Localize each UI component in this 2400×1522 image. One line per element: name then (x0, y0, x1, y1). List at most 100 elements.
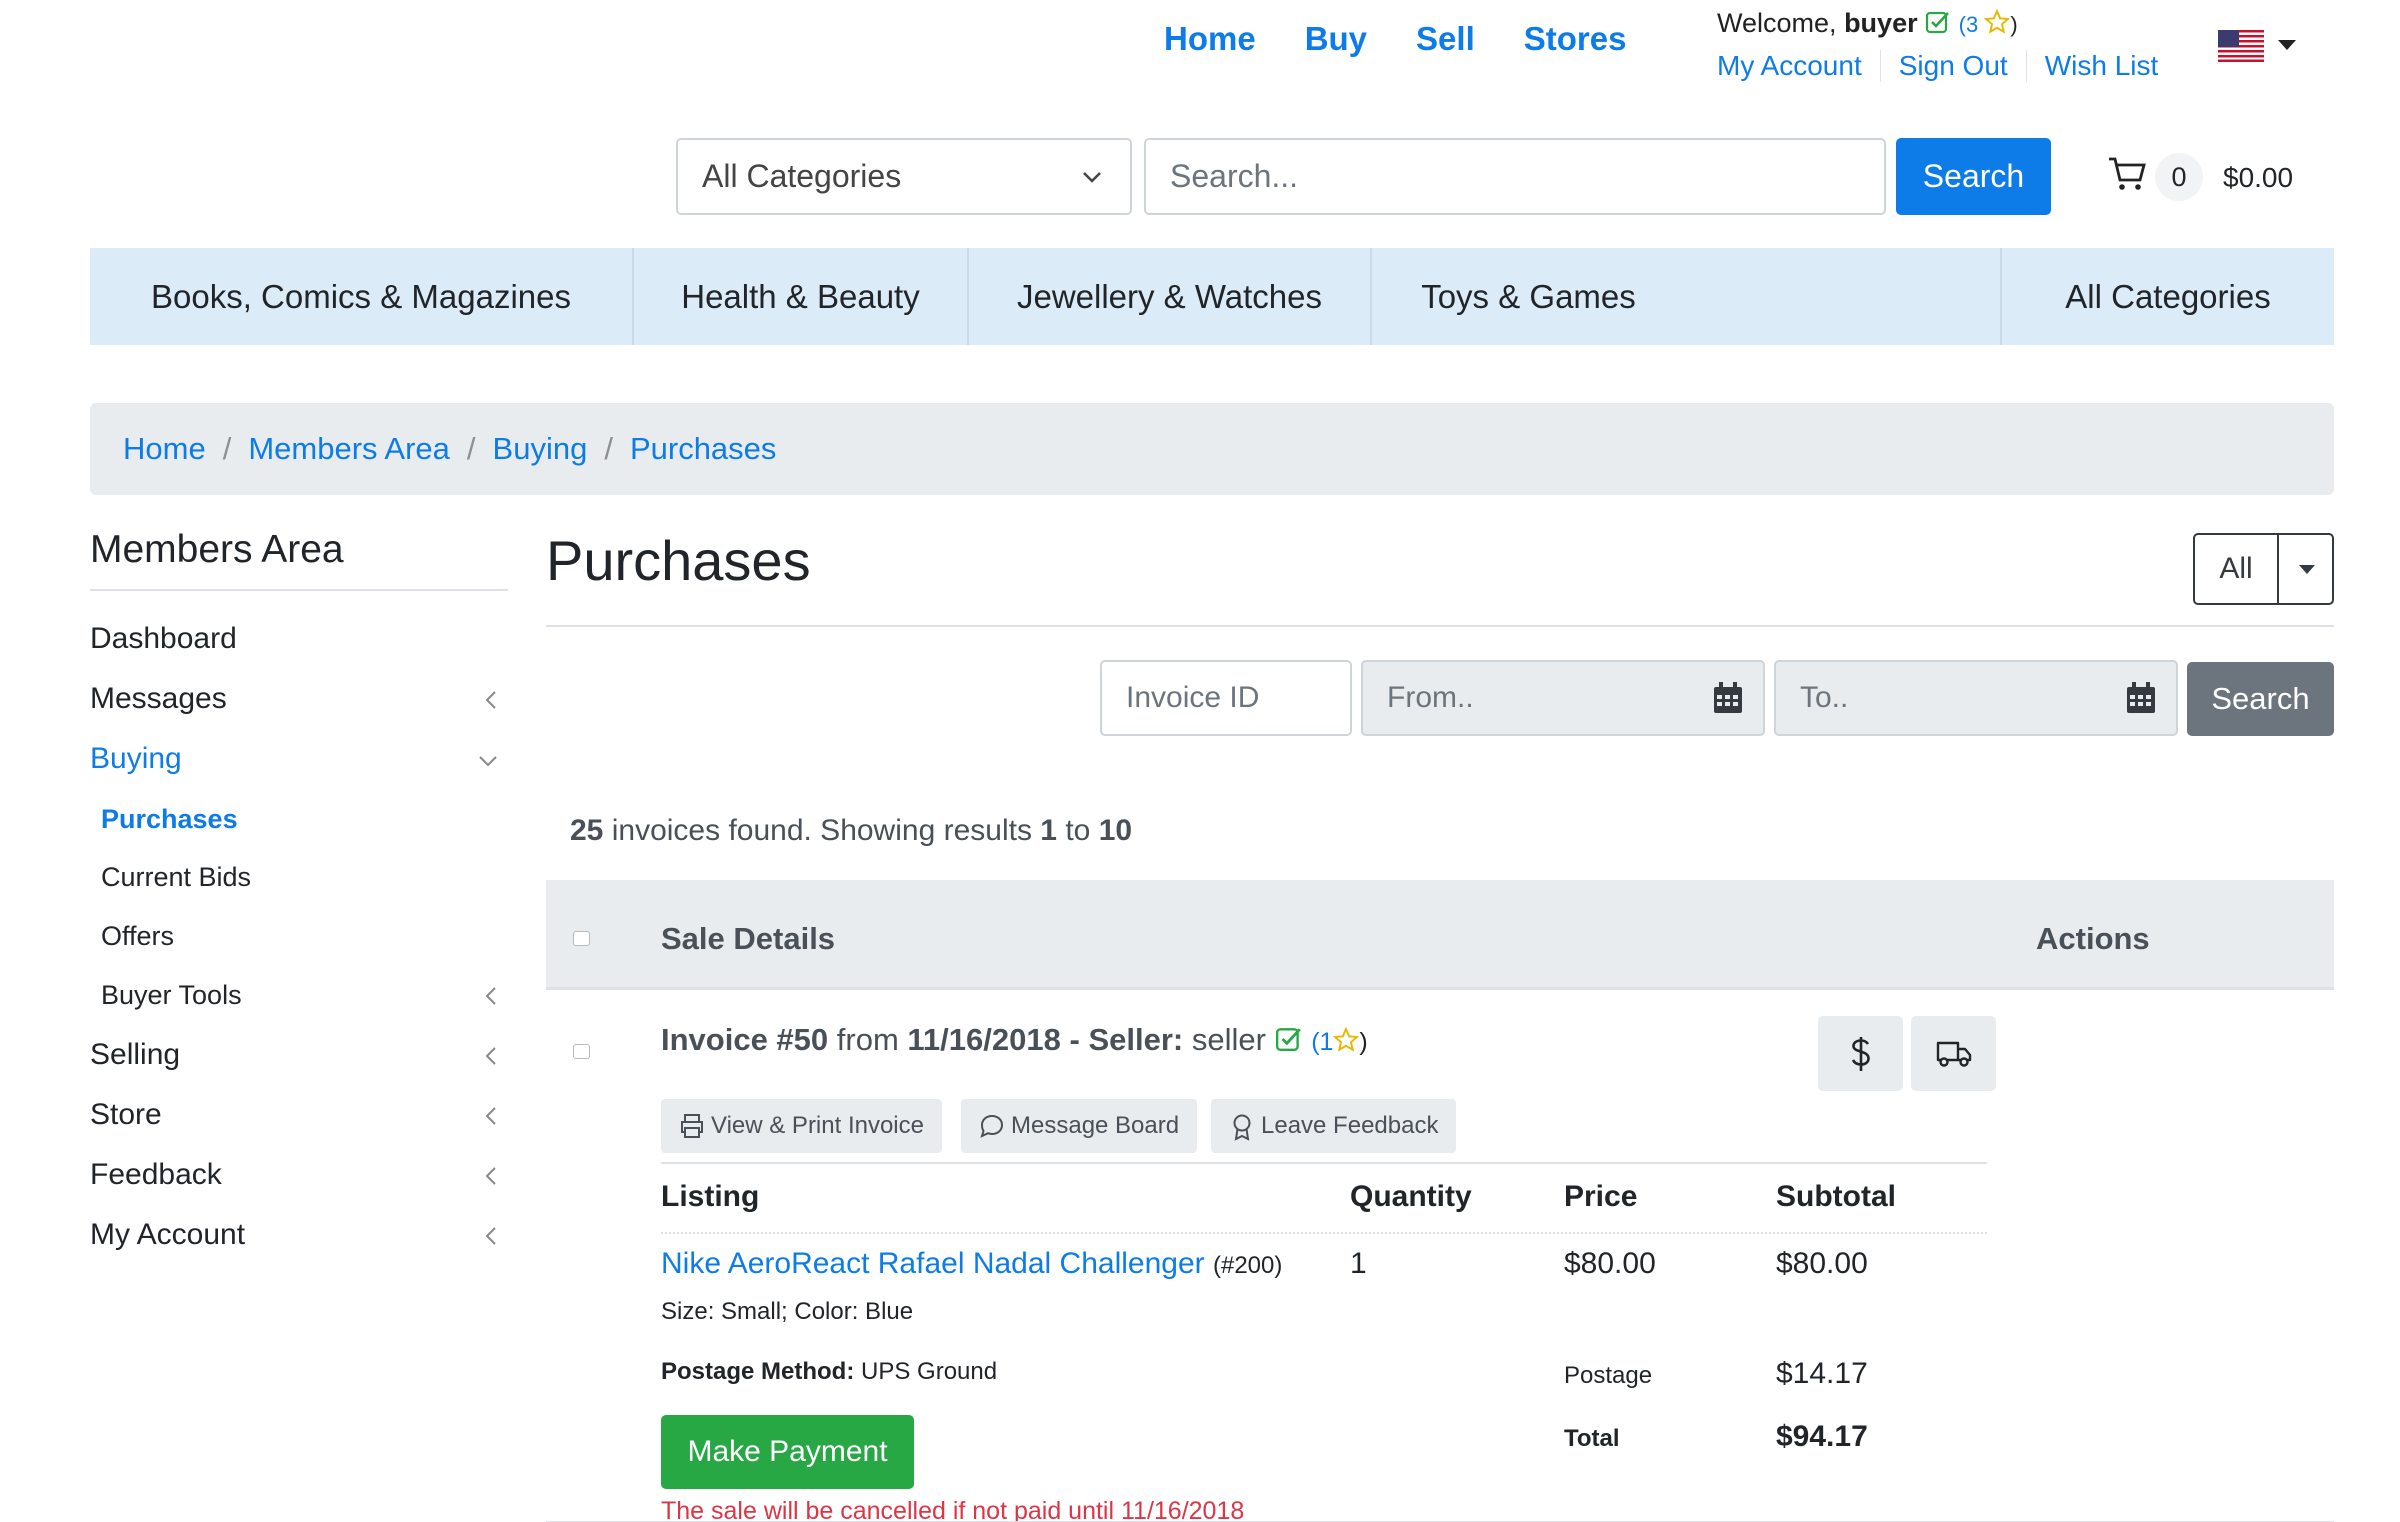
invoice-id-input[interactable]: Invoice ID (1100, 660, 1352, 736)
sidebar-item-store[interactable]: Store (90, 1098, 498, 1132)
breadcrumb-buying[interactable]: Buying (493, 431, 588, 466)
truck-icon (1936, 1041, 1971, 1067)
listing-header-divider (661, 1232, 1987, 1234)
chevron-left-icon (485, 1047, 496, 1065)
star-icon (1984, 9, 2011, 34)
welcome-message: Welcome, buyer (3 ) (1717, 8, 2018, 39)
cart-total: $0.00 (2223, 162, 2294, 193)
leave-feedback-button[interactable]: Leave Feedback (1211, 1099, 1457, 1153)
cart-count-badge: 0 (2155, 153, 2203, 201)
total-label: Total (1564, 1425, 1620, 1452)
col-quantity: Quantity (1350, 1180, 1472, 1213)
seller-rating[interactable]: (1) (1311, 1027, 1368, 1056)
chevron-down-icon (1083, 172, 1101, 183)
username: buyer (1844, 8, 1918, 38)
sidebar-item-selling[interactable]: Selling (90, 1038, 498, 1072)
message-board-button[interactable]: Message Board (961, 1099, 1198, 1153)
user-rating[interactable]: (3 ) (1959, 9, 2018, 37)
calendar-icon[interactable] (2126, 682, 2156, 714)
category-select[interactable]: All Categories (676, 138, 1132, 215)
item-subtotal: $80.00 (1776, 1247, 1868, 1280)
payment-warning: The sale will be cancelled if not paid u… (661, 1497, 1245, 1522)
sidebar-subitem-purchases[interactable]: Purchases (101, 804, 498, 835)
select-all-checkbox[interactable] (573, 931, 590, 946)
from-date-input[interactable]: From.. (1361, 660, 1765, 736)
printer-icon (681, 1114, 703, 1138)
view-print-invoice-button[interactable]: View & Print Invoice (661, 1099, 942, 1153)
nav-stores[interactable]: Stores (1524, 20, 1627, 58)
postage-label: Postage (1564, 1362, 1653, 1389)
sidebar-subitem-current-bids[interactable]: Current Bids (101, 862, 498, 893)
chevron-down-icon (479, 756, 497, 767)
sidebar-subitem-buyer-tools[interactable]: Buyer Tools (101, 980, 498, 1011)
award-icon (1233, 1114, 1251, 1141)
listing-link[interactable]: Nike AeroReact Rafael Nadal Challenger (661, 1247, 1205, 1280)
nav-home[interactable]: Home (1164, 20, 1256, 58)
chevron-left-icon (485, 1167, 496, 1185)
chevron-left-icon (485, 1107, 496, 1125)
sidebar-item-buying[interactable]: Buying (90, 742, 498, 776)
sidebar-title: Members Area (90, 528, 508, 591)
sidebar-item-messages[interactable]: Messages (90, 682, 498, 716)
listing-divider (661, 1162, 1987, 1164)
wish-list-link[interactable]: Wish List (2025, 50, 2177, 82)
my-account-link[interactable]: My Account (1717, 50, 1880, 82)
cart-icon[interactable] (2107, 156, 2147, 192)
row-checkbox[interactable] (573, 1044, 590, 1059)
item-attributes: Size: Small; Color: Blue (661, 1298, 914, 1325)
category-select-value: All Categories (702, 158, 902, 194)
category-jewellery-watches[interactable]: Jewellery & Watches (969, 248, 1372, 345)
breadcrumb-members-area[interactable]: Members Area (248, 431, 450, 466)
listing-id: (#200) (1212, 1252, 1283, 1279)
chevron-left-icon (485, 691, 496, 709)
status-filter-dropdown[interactable]: All (2193, 533, 2334, 605)
title-divider (546, 625, 2334, 627)
chevron-left-icon (485, 1227, 496, 1245)
verified-check-icon (1926, 11, 1950, 34)
header-sale-details: Sale Details (661, 921, 836, 956)
status-filter-value[interactable]: All (2195, 535, 2279, 603)
category-bar: Books, Comics & Magazines Health & Beaut… (90, 248, 2334, 345)
breadcrumb: Home / Members Area / Buying / Purchases (90, 403, 2334, 495)
item-quantity: 1 (1350, 1247, 1367, 1280)
category-books[interactable]: Books, Comics & Magazines (90, 248, 634, 345)
listing-item: Nike AeroReact Rafael Nadal Challenger (… (661, 1247, 1282, 1281)
category-all[interactable]: All Categories (2000, 248, 2334, 345)
seller-name: seller (1191, 1022, 1266, 1057)
sidebar-item-feedback[interactable]: Feedback (90, 1158, 498, 1192)
sign-out-link[interactable]: Sign Out (1879, 50, 2026, 82)
page-title: Purchases (546, 529, 811, 592)
verified-check-icon (1275, 1028, 1301, 1051)
sidebar-item-dashboard[interactable]: Dashboard (90, 622, 498, 656)
dollar-icon (1851, 1036, 1870, 1071)
total-value: $94.17 (1776, 1420, 1868, 1453)
item-price: $80.00 (1564, 1247, 1656, 1280)
account-links: My Account Sign Out Wish List (1717, 50, 2176, 82)
to-date-input[interactable]: To.. (1774, 660, 2178, 736)
calendar-icon[interactable] (1713, 682, 1743, 714)
us-flag-icon[interactable] (2218, 30, 2264, 62)
nav-buy[interactable]: Buy (1305, 20, 1367, 58)
nav-sell[interactable]: Sell (1416, 20, 1475, 58)
shipping-action-button[interactable] (1911, 1016, 1996, 1091)
col-price: Price (1564, 1180, 1638, 1213)
sidebar-item-my-account[interactable]: My Account (90, 1218, 498, 1252)
sidebar-subitem-offers[interactable]: Offers (101, 921, 498, 952)
col-subtotal: Subtotal (1776, 1180, 1896, 1213)
search-input[interactable]: Search... (1144, 138, 1886, 215)
breadcrumb-purchases[interactable]: Purchases (630, 431, 776, 466)
payment-action-button[interactable] (1818, 1016, 1903, 1091)
results-summary: 25 invoices found. Showing results 1 to … (570, 814, 1133, 847)
chevron-left-icon (485, 987, 496, 1005)
chat-bubble-icon (980, 1114, 1004, 1138)
postage-method: Postage Method: UPS Ground (661, 1358, 998, 1385)
language-caret-icon[interactable] (2278, 40, 2296, 50)
category-toys-games[interactable]: Toys & Games (1372, 248, 1685, 345)
caret-down-icon[interactable] (2279, 535, 2332, 603)
breadcrumb-home[interactable]: Home (123, 431, 206, 466)
filter-search-button[interactable]: Search (2187, 662, 2334, 736)
category-health-beauty[interactable]: Health & Beauty (634, 248, 969, 345)
make-payment-button[interactable]: Make Payment (661, 1415, 914, 1489)
search-button[interactable]: Search (1896, 138, 2051, 215)
welcome-label: Welcome, (1717, 8, 1837, 38)
